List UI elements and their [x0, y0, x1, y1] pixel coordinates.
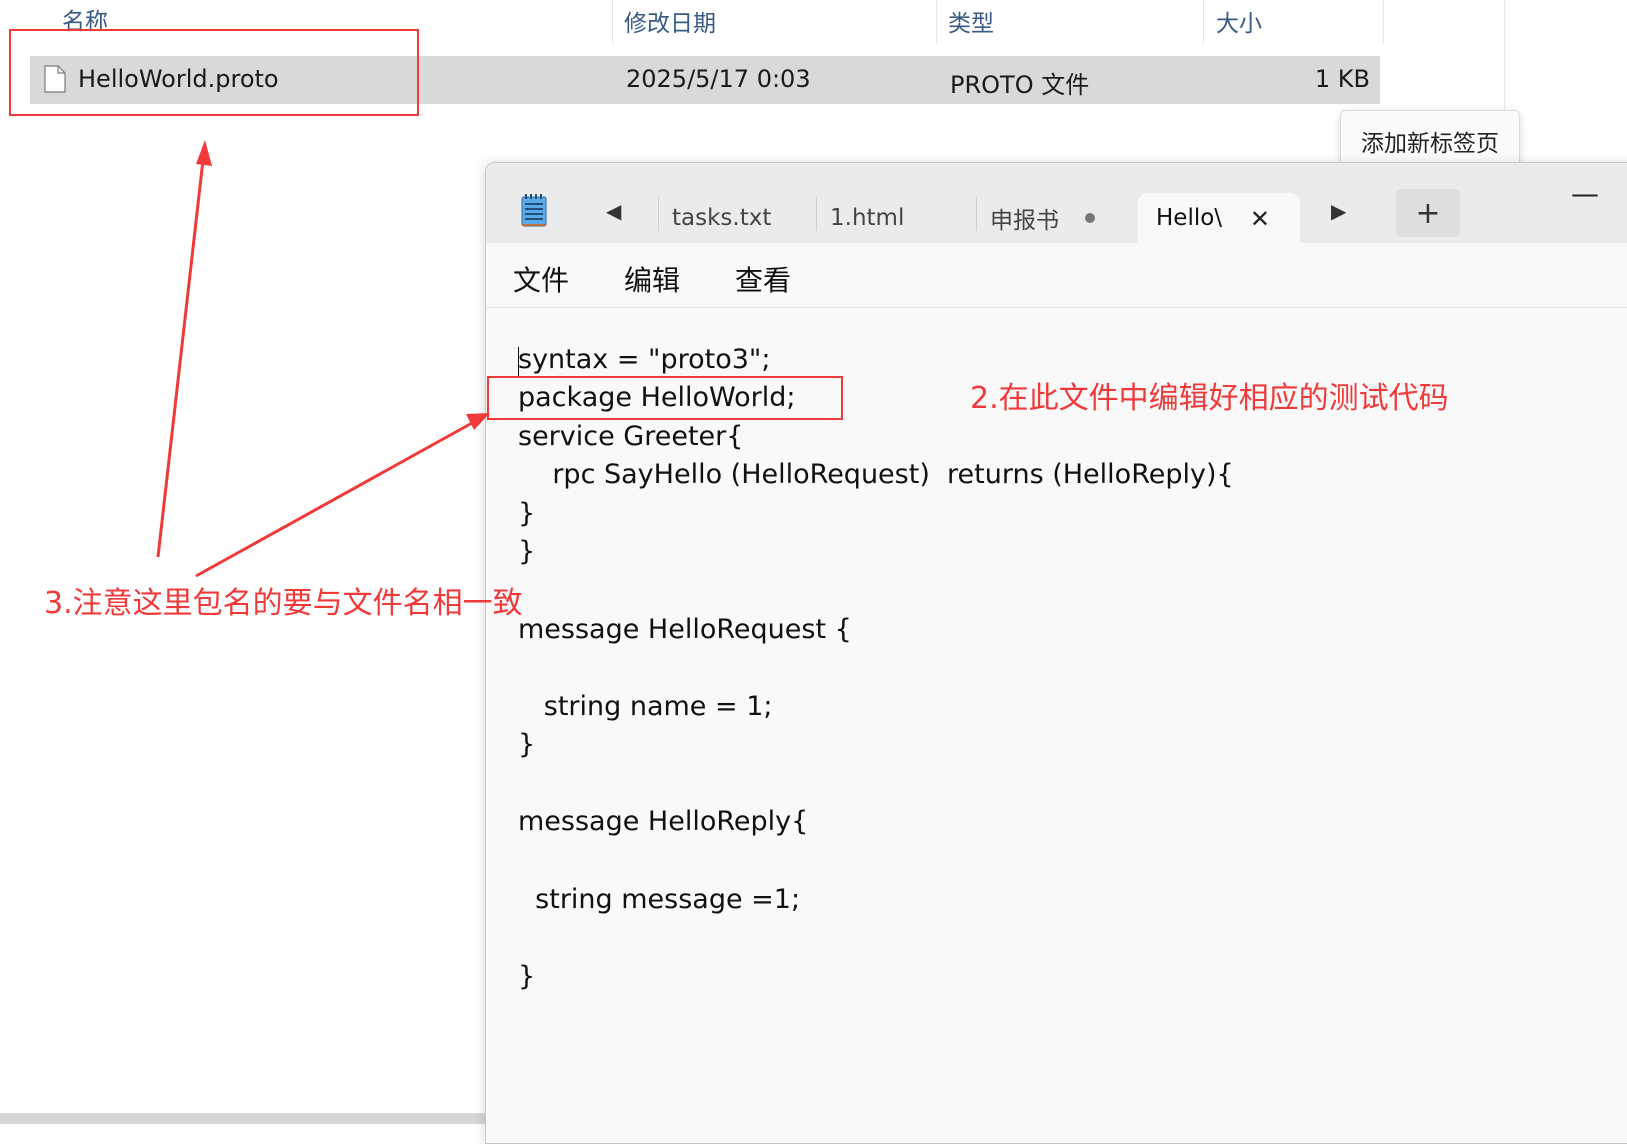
menu-view[interactable]: 查看: [735, 259, 791, 299]
code-line: syntax = "proto3";: [518, 344, 771, 375]
tab-label: 申报书: [990, 208, 1059, 234]
column-separator: [1383, 0, 1384, 44]
tab-label: Hello\: [1156, 205, 1223, 231]
code-line: string name = 1;: [518, 691, 773, 722]
notepad-icon: [521, 194, 547, 227]
highlight-box-package: [487, 376, 843, 420]
code-line: }: [518, 729, 536, 760]
code-line: message HelloRequest {: [518, 614, 852, 645]
annotation-edit-code: 2.在此文件中编辑好相应的测试代码: [970, 381, 1449, 416]
tab-1-html[interactable]: 1.html: [812, 193, 962, 243]
notepad-window: ◀ tasks.txt 1.html 申报书 Hello\ ✕ ▶ + — 文件…: [485, 162, 1627, 1144]
file-type: PROTO 文件: [950, 71, 1090, 99]
column-separator: [936, 0, 937, 44]
minimize-button[interactable]: —: [1571, 177, 1599, 210]
menu-file[interactable]: 文件: [513, 259, 569, 299]
code-line: }: [518, 536, 536, 567]
code-line: }: [518, 961, 536, 992]
tab-shenbaoshu[interactable]: 申报书: [972, 193, 1122, 243]
scroll-tabs-left-icon[interactable]: ◀: [606, 199, 621, 223]
column-header-type[interactable]: 类型: [948, 4, 994, 38]
menu-edit[interactable]: 编辑: [624, 259, 680, 299]
column-separator: [1203, 0, 1204, 44]
code-line: }: [518, 498, 536, 529]
code-line: string message =1;: [518, 884, 801, 915]
tab-label: 1.html: [830, 205, 905, 231]
annotation-package-name: 3.注意这里包名的要与文件名相一致: [44, 586, 523, 621]
horizontal-scrollbar[interactable]: [0, 1113, 500, 1124]
tab-label: tasks.txt: [672, 205, 772, 231]
column-header-modified[interactable]: 修改日期: [624, 4, 716, 38]
file-size: 1 KB: [1314, 65, 1370, 93]
menu-bar: 文件 编辑 查看: [486, 243, 1627, 308]
code-line: message HelloReply{: [518, 806, 809, 837]
code-line: service Greeter{: [518, 421, 744, 452]
new-tab-button[interactable]: +: [1396, 189, 1460, 237]
highlight-box-filename: [9, 29, 419, 116]
tab-helloworld-active[interactable]: Hello\ ✕: [1138, 193, 1300, 243]
close-tab-icon[interactable]: ✕: [1250, 205, 1270, 233]
scroll-tabs-right-icon[interactable]: ▶: [1331, 199, 1346, 223]
file-modified-date: 2025/5/17 0:03: [626, 65, 811, 93]
unsaved-dot-icon: [1085, 213, 1095, 223]
column-separator: [612, 0, 613, 44]
tab-tasks-txt[interactable]: tasks.txt: [654, 193, 806, 243]
code-line: rpc SayHello (HelloRequest) returns (Hel…: [518, 459, 1234, 490]
column-header-size[interactable]: 大小: [1216, 4, 1262, 38]
title-bar[interactable]: ◀ tasks.txt 1.html 申报书 Hello\ ✕ ▶ + —: [486, 163, 1627, 243]
